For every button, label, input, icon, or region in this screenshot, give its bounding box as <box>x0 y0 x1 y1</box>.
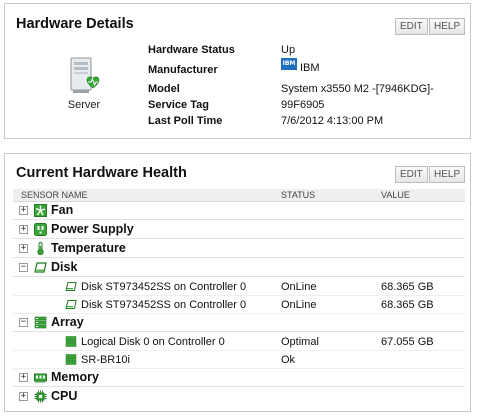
sensor-row[interactable]: SR-BR10i Ok <box>13 351 465 369</box>
sensor-name: Disk ST973452SS on Controller 0 <box>81 281 247 293</box>
power-supply-icon <box>34 223 47 236</box>
hardware-details-title: Hardware Details <box>16 16 134 32</box>
disk-icon <box>65 300 77 309</box>
expand-toggle-icon[interactable]: + <box>19 373 28 382</box>
category-row-memory[interactable]: + Memory <box>13 369 465 387</box>
hardware-details-panel: Hardware Details EDIT HELP Server Hardwa… <box>4 3 471 139</box>
collapse-toggle-icon[interactable]: − <box>19 318 28 327</box>
last-poll-time-value: 7/6/2012 4:13:00 PM <box>281 115 384 127</box>
sensor-value: 67.055 GB <box>381 336 434 348</box>
manufacturer-label: Manufacturer <box>148 64 218 76</box>
disk-icon <box>34 262 47 273</box>
value-column-header: VALUE <box>381 190 410 200</box>
health-table-header: SENSOR NAME STATUS VALUE <box>13 189 465 202</box>
category-label-temperature: Temperature <box>51 241 126 255</box>
hardware-status-label: Hardware Status <box>148 44 235 56</box>
details-edit-button[interactable]: EDIT <box>395 18 428 35</box>
expand-toggle-icon[interactable]: + <box>19 392 28 401</box>
category-row-array[interactable]: − Array <box>13 314 465 332</box>
thermometer-icon <box>37 242 44 255</box>
category-label-power-supply: Power Supply <box>51 222 134 236</box>
ibm-logo-icon: IBM <box>281 58 297 71</box>
health-help-button[interactable]: HELP <box>429 166 466 183</box>
sensor-name: Disk ST973452SS on Controller 0 <box>81 299 247 311</box>
sensor-status: Optimal <box>281 336 319 348</box>
collapse-toggle-icon[interactable]: − <box>19 263 28 272</box>
array-icon <box>65 336 77 347</box>
status-column-header: STATUS <box>281 190 316 200</box>
category-row-cpu[interactable]: + CPU <box>13 388 465 406</box>
sensor-status: Ok <box>281 354 296 366</box>
array-icon <box>65 354 77 365</box>
sensor-row[interactable]: Disk ST973452SS on Controller 0 OnLine 6… <box>13 278 465 296</box>
hardware-status-value: Up <box>281 44 296 56</box>
category-row-fan[interactable]: + Fan <box>13 202 465 220</box>
expand-toggle-icon[interactable]: + <box>19 206 28 215</box>
sensor-name: Logical Disk 0 on Controller 0 <box>81 336 225 348</box>
category-label-disk: Disk <box>51 260 78 274</box>
category-label-fan: Fan <box>51 203 74 217</box>
category-row-temperature[interactable]: + Temperature <box>13 240 465 258</box>
cpu-icon <box>34 390 47 403</box>
hardware-health-panel: Current Hardware Health EDIT HELP SENSOR… <box>4 153 471 412</box>
sensor-name: SR-BR10i <box>81 354 130 366</box>
category-row-disk[interactable]: − Disk <box>13 259 465 277</box>
health-edit-button[interactable]: EDIT <box>395 166 428 183</box>
manufacturer-text: IBM <box>300 62 320 74</box>
model-label: Model <box>148 83 180 95</box>
sensor-row[interactable]: Logical Disk 0 on Controller 0 Optimal 6… <box>13 333 465 351</box>
last-poll-time-label: Last Poll Time <box>148 115 223 127</box>
sensor-status: OnLine <box>281 281 317 293</box>
details-help-button[interactable]: HELP <box>429 18 466 35</box>
sensor-row[interactable]: Disk ST973452SS on Controller 0 OnLine 6… <box>13 296 465 314</box>
expand-toggle-icon[interactable]: + <box>19 225 28 234</box>
manufacturer-value: IBM IBM <box>281 58 320 74</box>
memory-icon <box>34 373 47 383</box>
disk-icon <box>65 282 77 291</box>
category-row-power-supply[interactable]: + Power Supply <box>13 221 465 239</box>
fan-icon <box>34 204 47 217</box>
expand-toggle-icon[interactable]: + <box>19 244 28 253</box>
sensor-name-column-header: SENSOR NAME <box>21 190 88 200</box>
sensor-value: 68.365 GB <box>381 281 434 293</box>
sensor-value: 68.365 GB <box>381 299 434 311</box>
category-label-cpu: CPU <box>51 389 78 403</box>
model-value: System x3550 M2 -[7946KDG]- <box>281 83 434 95</box>
sensor-status: OnLine <box>281 299 317 311</box>
server-label: Server <box>67 99 101 111</box>
service-tag-label: Service Tag <box>148 99 209 111</box>
array-icon <box>34 316 47 329</box>
server-icon <box>55 56 115 101</box>
hardware-health-title: Current Hardware Health <box>16 165 187 181</box>
service-tag-value: 99F6905 <box>281 99 325 111</box>
category-label-memory: Memory <box>51 370 99 384</box>
category-label-array: Array <box>51 315 84 329</box>
